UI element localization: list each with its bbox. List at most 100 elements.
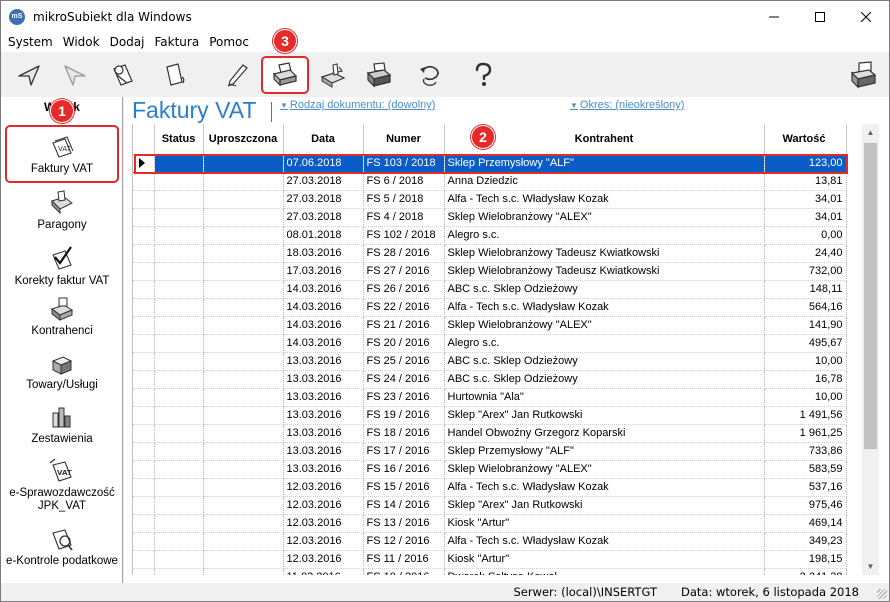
cell-kontrahent: ABC s.c. Sklep Odzieżowy (444, 280, 765, 299)
table-row[interactable]: 13.03.2016 FS 18 / 2016 Handel Obwoźny Grz… (133, 424, 847, 443)
row-indicator (133, 190, 155, 209)
edit-document-icon (113, 64, 133, 86)
sidebar-item-faktury-vat[interactable]: VAT Faktury VAT (5, 125, 119, 183)
table-row[interactable]: 27.03.2018 FS 5 / 2018 Alfa - Tech s.c. Wł… (133, 190, 847, 209)
scroll-thumb[interactable] (864, 143, 877, 449)
sidebar-item-towary[interactable]: Towary/Usługi (5, 349, 119, 392)
row-indicator (133, 478, 155, 497)
table-row[interactable]: 12.03.2016 FS 15 / 2016 Alfa - Tech s.c. W… (133, 478, 847, 497)
table-row[interactable]: 07.06.2018 FS 103 / 2018 Sklep Przemysłowy… (133, 154, 847, 173)
print-setup-icon (850, 61, 877, 89)
table-row[interactable]: 14.03.2016 FS 21 / 2016 Sklep Wielobranżow… (133, 316, 847, 335)
cell-kontrahent: Handel Obwoźny Grzegorz Koparski (444, 424, 765, 443)
cell-kontrahent: Sklep "Arex" Jan Rutkowski (444, 406, 765, 425)
table-row[interactable]: 12.03.2016 FS 14 / 2016 Sklep "Arex" Jan R… (133, 496, 847, 515)
sidebar-item-jpk-vat[interactable]: VAT e-Sprawozdawczość JPK_VAT (5, 457, 119, 513)
forward-button[interactable] (57, 58, 93, 92)
table-row[interactable]: 12.03.2016 FS 11 / 2016 Kiosk "Artur" 198,1… (133, 550, 847, 569)
menu-widok[interactable]: Widok (58, 35, 105, 49)
scroll-down-icon[interactable]: ▼ (862, 558, 879, 575)
cell-wartosc: 975,46 (764, 496, 847, 515)
table-row[interactable]: 18.03.2016 FS 28 / 2016 Sklep Wielobranżow… (133, 244, 847, 263)
table-row[interactable]: 17.03.2016 FS 27 / 2016 Sklep Wielobranżow… (133, 262, 847, 281)
column-header-wartosc[interactable]: Wartość (764, 124, 847, 155)
sidebar-item-label: e-Sprawozdawczość JPK_VAT (9, 487, 115, 512)
column-header-numer[interactable]: Numer (363, 124, 445, 155)
sidebar-item-zestawienia[interactable]: Zestawienia (5, 403, 119, 446)
menu-dodaj[interactable]: Dodaj (105, 35, 150, 49)
table-row[interactable]: 12.03.2016 FS 13 / 2016 Kiosk "Artur" 469,1… (133, 514, 847, 533)
print-button[interactable] (261, 56, 309, 94)
cell-wartosc: 349,23 (764, 532, 847, 551)
cell-uproszczona (203, 514, 284, 533)
cell-numer: FS 6 / 2018 (363, 172, 445, 191)
table-row[interactable]: 13.03.2016 FS 23 / 2016 Hurtownia "Ala" 10,… (133, 388, 847, 407)
print-preview-button[interactable] (361, 58, 397, 92)
row-indicator (133, 496, 155, 515)
column-header-uproszczona[interactable]: Uproszczona (203, 124, 284, 155)
table-row[interactable]: 14.03.2016 FS 22 / 2016 Alfa - Tech s.c. W… (133, 298, 847, 317)
sidebar-item-paragony[interactable]: Paragony (5, 189, 119, 232)
table-row[interactable]: 14.03.2016 FS 26 / 2016 ABC s.c. Sklep Odz… (133, 280, 847, 299)
cell-numer: FS 20 / 2016 (363, 334, 445, 353)
menu-faktura[interactable]: Faktura (149, 35, 204, 49)
row-indicator (133, 208, 155, 227)
cell-status (154, 280, 204, 299)
table-row[interactable]: 13.03.2016 FS 25 / 2016 ABC s.c. Sklep Odz… (133, 352, 847, 371)
table-row[interactable]: 11.03.2016FS 10 / 2016Dworek Sołtysa Kow… (133, 568, 847, 575)
cell-uproszczona (203, 334, 284, 353)
cell-uproszczona (203, 298, 284, 317)
cell-data: 14.03.2016 (283, 316, 364, 335)
row-indicator (133, 352, 155, 371)
document-type-filter[interactable]: ▼ Rodzaj dokumentu: (dowolny) (280, 99, 435, 111)
cell-kontrahent: ABC s.c. Sklep Odzieżowy (444, 370, 765, 389)
cell-kontrahent: ABC s.c. Sklep Odzieżowy (444, 352, 765, 371)
refresh-button[interactable] (411, 58, 447, 92)
row-indicator (133, 262, 155, 281)
menu-system[interactable]: System (3, 35, 58, 49)
column-header-data[interactable]: Data (283, 124, 364, 155)
pen-button[interactable] (219, 58, 255, 92)
scroll-up-icon[interactable]: ▲ (862, 124, 879, 141)
sidebar-item-label: Korekty faktur VAT (14, 275, 110, 287)
sidebar-item-kontrahenci[interactable]: Kontrahenci (5, 295, 119, 338)
cell-numer: FS 103 / 2018 (363, 154, 445, 173)
help-button[interactable] (465, 58, 501, 92)
period-filter[interactable]: ▼ Okres: (nieokreślony) (570, 99, 684, 111)
cell-status (154, 460, 204, 479)
column-header-status[interactable]: Status (154, 124, 204, 155)
print-setup-button[interactable] (845, 58, 881, 92)
table-row[interactable]: 13.03.2016 FS 24 / 2016 ABC s.c. Sklep Odz… (133, 370, 847, 389)
cell-data: 13.03.2016 (283, 424, 364, 443)
sidebar-item-label: Zestawienia (31, 433, 93, 445)
cell-kontrahent: Sklep Przemysłowy "ALF" (444, 154, 765, 173)
table-row[interactable]: 08.01.2018 FS 102 / 2018 Alegro s.c. 0,00 (133, 226, 847, 245)
cell-numer: FS 23 / 2016 (363, 388, 445, 407)
vertical-scrollbar[interactable]: ▲ ▼ (862, 124, 879, 575)
close-button[interactable] (843, 1, 889, 32)
back-button[interactable] (11, 58, 47, 92)
table-row[interactable]: 14.03.2016 FS 20 / 2016 Alegro s.c. 495,67 (133, 334, 847, 353)
main-panel: Faktury VAT ▼ Rodzaj dokumentu: (dowolny)… (124, 97, 889, 583)
table-row[interactable]: 12.03.2016 FS 12 / 2016 Alfa - Tech s.c. W… (133, 532, 847, 551)
table-row[interactable]: 13.03.2016 FS 19 / 2016 Sklep "Arex" Jan R… (133, 406, 847, 425)
maximize-icon (815, 11, 825, 22)
menu-pomoc[interactable]: Pomoc (204, 35, 254, 49)
cell-uproszczona (203, 352, 284, 371)
edit-document-button[interactable] (105, 58, 141, 92)
minimize-button[interactable] (751, 1, 797, 32)
cell-status (154, 550, 204, 569)
new-document-button[interactable] (157, 58, 193, 92)
resize-grip-icon[interactable] (877, 589, 887, 599)
cell-status (154, 334, 204, 353)
sidebar-item-label: Paragony (37, 219, 87, 231)
table-row[interactable]: 27.03.2018 FS 4 / 2018 Sklep Wielobranżowy… (133, 208, 847, 227)
sidebar-item-e-kontrole[interactable]: e-Kontrole podatkowe (5, 525, 119, 568)
sidebar-item-korekty[interactable]: Korekty faktur VAT (5, 245, 119, 288)
cell-data: 13.03.2016 (283, 460, 364, 479)
table-row[interactable]: 13.03.2016 FS 17 / 2016 Sklep Przemysłowy … (133, 442, 847, 461)
maximize-button[interactable] (797, 1, 843, 32)
export-button[interactable] (315, 58, 351, 92)
table-row[interactable]: 13.03.2016 FS 16 / 2016 Sklep Wielobranżow… (133, 460, 847, 479)
table-row[interactable]: 27.03.2018 FS 6 / 2018 Anna Dziedzic 13,81 (133, 172, 847, 191)
